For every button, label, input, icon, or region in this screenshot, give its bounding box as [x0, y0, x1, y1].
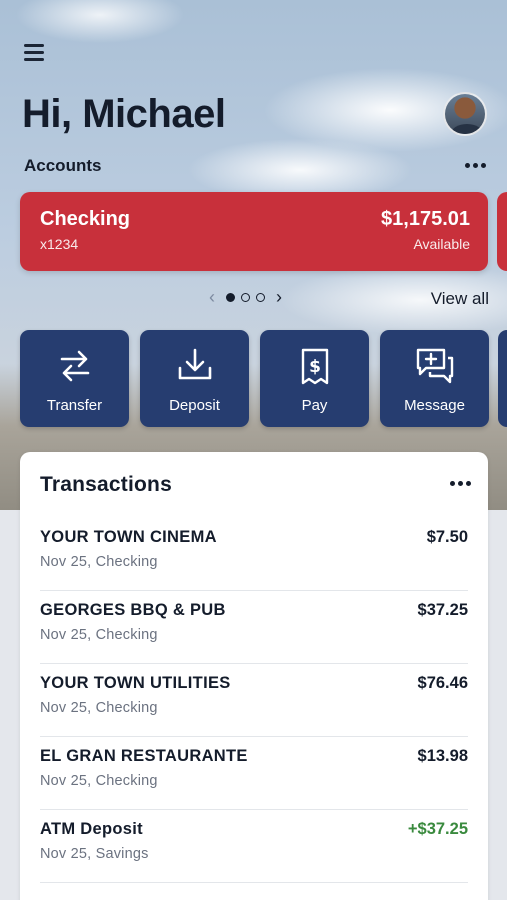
transactions-more-icon[interactable] — [450, 481, 471, 486]
transaction-meta: Nov 25, Checking — [40, 554, 158, 570]
divider — [40, 882, 468, 883]
next-account-card-peek[interactable] — [497, 192, 507, 271]
chevron-right-icon[interactable]: › — [271, 287, 287, 308]
view-all-link[interactable]: View all — [431, 289, 489, 309]
transaction-meta: Nov 25, Checking — [40, 627, 158, 643]
download-tray-icon — [178, 348, 211, 380]
account-balance-label: Available — [413, 236, 470, 252]
transaction-amount: $13.98 — [417, 747, 468, 765]
chat-plus-icon — [416, 348, 453, 384]
transaction-row[interactable]: EL GRAN RESTAURANTE Nov 25, Checking $13… — [40, 737, 468, 810]
pay-button[interactable]: $ Pay — [260, 330, 369, 427]
svg-text:$: $ — [309, 357, 321, 377]
user-avatar[interactable] — [443, 92, 487, 136]
account-number: x1234 — [40, 236, 79, 252]
transaction-row[interactable]: GEORGES BBQ & PUB Nov 25, Checking $37.2… — [40, 591, 468, 664]
transaction-merchant: YOUR TOWN CINEMA — [40, 528, 217, 546]
transactions-title: Transactions — [40, 473, 172, 496]
transfer-label: Transfer — [46, 397, 103, 414]
deposit-button[interactable]: Deposit — [140, 330, 249, 427]
account-card-checking[interactable]: Checking x1234 $1,175.01 Available — [20, 192, 488, 271]
message-button[interactable]: Message — [380, 330, 489, 427]
transaction-amount: $37.25 — [417, 601, 468, 619]
message-label: Message — [404, 397, 465, 414]
transaction-merchant: EL GRAN RESTAURANTE — [40, 747, 248, 765]
chevron-left-icon[interactable]: ‹ — [204, 287, 220, 308]
transaction-amount: $7.50 — [426, 528, 468, 546]
transaction-merchant: YOUR TOWN UTILITIES — [40, 674, 231, 692]
transaction-row[interactable]: YOUR TOWN UTILITIES Nov 25, Checking $76… — [40, 664, 468, 737]
accounts-more-icon[interactable] — [465, 163, 486, 168]
greeting-title: Hi, Michael — [22, 92, 226, 136]
next-action-peek[interactable] — [498, 330, 507, 427]
pager-dot[interactable] — [226, 293, 235, 302]
transaction-meta: Nov 25, Checking — [40, 700, 158, 716]
deposit-label: Deposit — [169, 397, 220, 414]
transfer-arrows-icon — [60, 350, 89, 382]
transfer-button[interactable]: Transfer — [20, 330, 129, 427]
transaction-meta: Nov 25, Savings — [40, 846, 149, 862]
pay-label: Pay — [301, 397, 328, 414]
transaction-merchant: ATM Deposit — [40, 820, 143, 838]
account-pager: ‹ › — [204, 287, 287, 308]
transactions-card: Transactions YOUR TOWN CINEMA Nov 25, Ch… — [20, 452, 488, 900]
account-balance: $1,175.01 — [381, 208, 470, 230]
transaction-amount: $76.46 — [417, 674, 468, 692]
pager-dot[interactable] — [256, 293, 265, 302]
transaction-row[interactable]: YOUR TOWN CINEMA Nov 25, Checking $7.50 — [40, 518, 468, 591]
transaction-amount: +$37.25 — [407, 820, 468, 838]
dollar-receipt-icon: $ — [301, 348, 328, 385]
account-name: Checking — [40, 208, 131, 230]
transaction-meta: Nov 25, Checking — [40, 773, 158, 789]
hamburger-menu-icon[interactable] — [24, 44, 48, 64]
transaction-merchant: GEORGES BBQ & PUB — [40, 601, 226, 619]
transaction-row[interactable]: ATM Deposit Nov 25, Savings +$37.25 — [40, 810, 468, 883]
pager-dot[interactable] — [241, 293, 250, 302]
accounts-label: Accounts — [24, 156, 102, 175]
